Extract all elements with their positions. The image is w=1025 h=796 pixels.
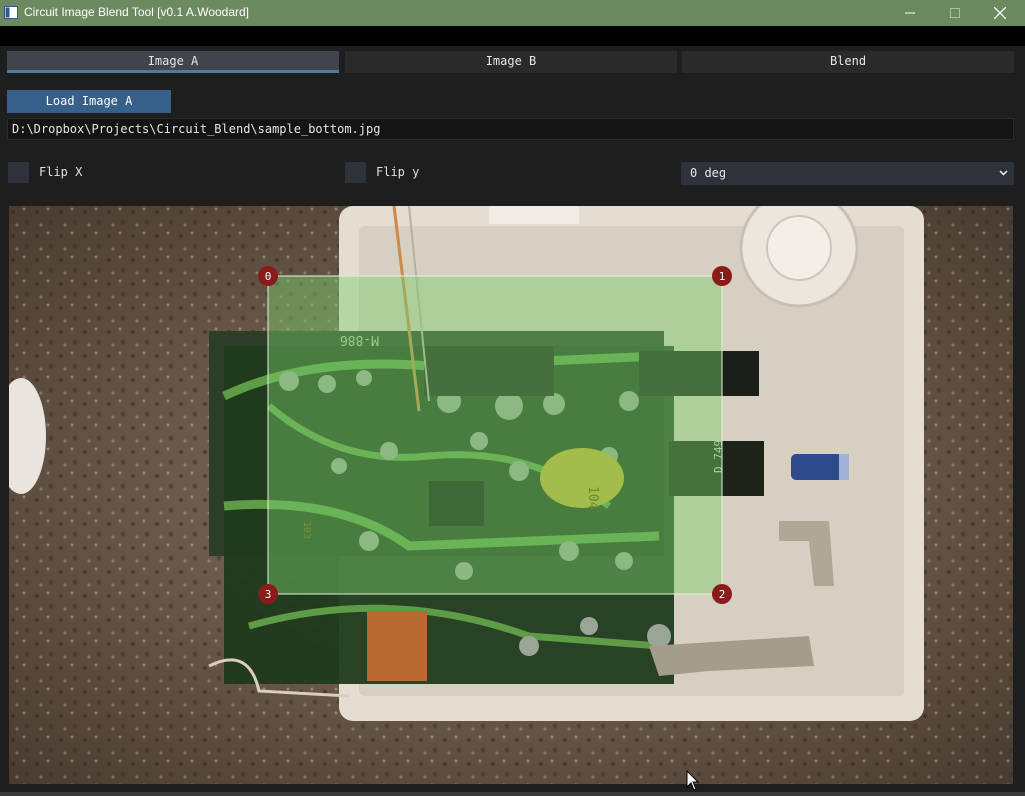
maximize-button[interactable] [932,0,978,26]
image-viewport[interactable]: M-886 104 D 749 103 0 1 2 3 [9,206,1013,784]
corner-label-0: 0 [265,270,272,283]
title-bar: Circuit Image Blend Tool [v0.1 A.Woodard… [0,0,1025,26]
selection-overlay[interactable] [267,275,723,595]
tab-blend[interactable]: Blend [682,51,1014,73]
flip-y-checkbox[interactable] [345,162,366,183]
tab-image-a[interactable]: Image A [7,51,339,73]
corner-label-2: 2 [719,588,726,601]
circuit-photo: M-886 104 D 749 103 0 1 2 3 [9,206,1013,784]
flip-x-checkbox[interactable] [8,162,29,183]
flip-x-label: Flip X [39,165,83,179]
mouse-cursor-icon [686,770,700,791]
rotation-value: 0 deg [690,166,727,180]
corner-label-3: 3 [265,588,272,601]
menu-bar [0,26,1025,46]
window-bottom-edge [0,792,1025,796]
app-window-icon [4,6,18,19]
corner-label-1: 1 [719,270,726,283]
maximize-icon [950,8,960,18]
flip-y-label: Flip y [376,165,420,179]
rotation-select[interactable]: 0 deg [681,162,1014,185]
tab-image-b[interactable]: Image B [345,51,677,73]
window-title: Circuit Image Blend Tool [v0.1 A.Woodard… [24,5,250,19]
minimize-button[interactable] [887,0,933,26]
minimize-icon [905,12,915,14]
close-icon [994,7,1006,19]
file-path-field[interactable]: D:\Dropbox\Projects\Circuit_Blend\sample… [7,118,1014,140]
chevron-down-icon [999,170,1008,176]
load-image-a-button[interactable]: Load Image A [7,90,171,113]
close-button[interactable] [977,0,1023,26]
